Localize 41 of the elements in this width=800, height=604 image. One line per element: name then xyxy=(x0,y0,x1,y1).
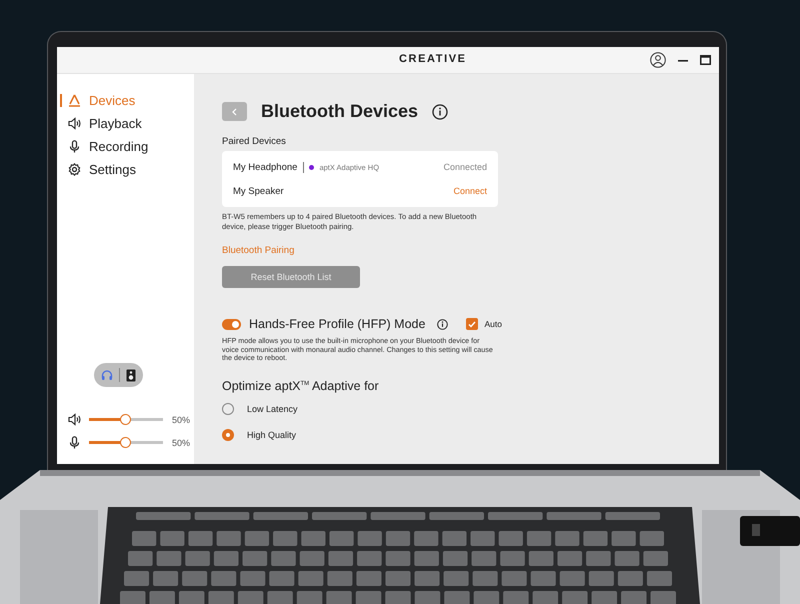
auto-label: Auto xyxy=(484,319,502,329)
radio-button[interactable] xyxy=(222,429,234,442)
device-name: My Speaker xyxy=(233,186,284,196)
device-name: My Headphone xyxy=(233,162,298,172)
section-label: Paired Devices xyxy=(222,136,287,147)
devices-icon xyxy=(68,94,81,107)
volume-reading: 50% xyxy=(172,438,190,448)
sidebar-nav-item[interactable]: Devices xyxy=(57,89,194,112)
auto-checkbox[interactable] xyxy=(466,318,478,330)
speaker-icon xyxy=(68,413,81,426)
account-icon[interactable] xyxy=(650,52,666,68)
radio-button[interactable] xyxy=(222,403,234,416)
microphone-icon xyxy=(68,140,81,153)
chevron-left-icon xyxy=(232,108,237,116)
bluetooth-pairing-link[interactable]: Bluetooth Pairing xyxy=(222,245,294,256)
connection-status: Connected xyxy=(443,162,487,172)
radio-label: High Quality xyxy=(247,430,296,440)
hfp-mode-label: Hands-Free Profile (HFP) Mode xyxy=(249,317,426,331)
volume-reading: 50% xyxy=(172,414,190,424)
optimize-heading: Optimize aptX$^{TM}$ Adaptive for xyxy=(222,379,380,394)
slider-thumb[interactable] xyxy=(120,414,131,425)
back-button[interactable] xyxy=(222,102,247,121)
info-icon[interactable] xyxy=(432,104,448,120)
headphone-icon[interactable] xyxy=(101,369,113,381)
usb-dongle-drawing xyxy=(740,516,800,546)
sidebar-nav-item[interactable]: Playback xyxy=(57,112,194,135)
sidebar-nav-item[interactable]: Settings xyxy=(57,158,194,181)
page-title: Bluetooth Devices xyxy=(261,101,418,122)
speaker-box-icon[interactable] xyxy=(126,368,136,382)
maximize-icon[interactable] xyxy=(700,55,711,65)
minimize-icon[interactable] xyxy=(678,58,688,62)
settings-icon xyxy=(68,163,81,176)
speaker-icon xyxy=(68,117,81,130)
sidebar-nav-item[interactable]: Recording xyxy=(57,135,194,158)
microphone-icon xyxy=(68,436,81,449)
radio-label: Low Latency xyxy=(247,404,298,414)
hfp-toggle[interactable] xyxy=(222,318,241,330)
slider-thumb[interactable] xyxy=(120,437,131,448)
connect-link[interactable]: Connect xyxy=(453,186,487,196)
creative-logo: CREATIVE xyxy=(399,53,467,65)
info-icon[interactable] xyxy=(437,318,448,330)
